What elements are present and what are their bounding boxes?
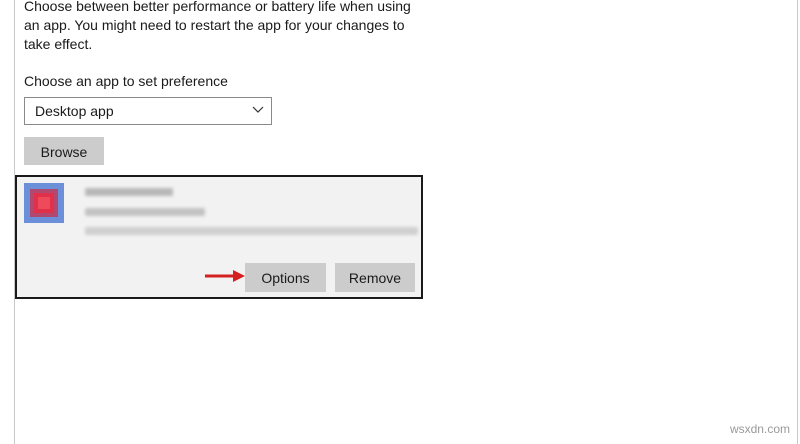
blurred-app-name — [85, 188, 173, 196]
chevron-down-icon — [252, 106, 264, 113]
watermark: wsxdn.com — [729, 422, 790, 436]
right-frame-border — [797, 0, 798, 444]
app-list-item[interactable]: Options Remove — [15, 175, 423, 299]
options-button[interactable]: Options — [245, 263, 326, 292]
browse-button[interactable]: Browse — [24, 137, 104, 165]
blurred-app-path — [85, 227, 418, 235]
app-type-dropdown[interactable]: Desktop app — [24, 97, 272, 125]
red-arrow-icon — [205, 270, 245, 282]
blurred-app-setting — [85, 208, 205, 216]
choose-app-label: Choose an app to set preference — [24, 73, 228, 89]
power-preference-description: Choose between better performance or bat… — [24, 0, 411, 52]
remove-button[interactable]: Remove — [335, 263, 415, 292]
dropdown-selected-value: Desktop app — [35, 103, 114, 119]
app-icon — [24, 183, 64, 223]
